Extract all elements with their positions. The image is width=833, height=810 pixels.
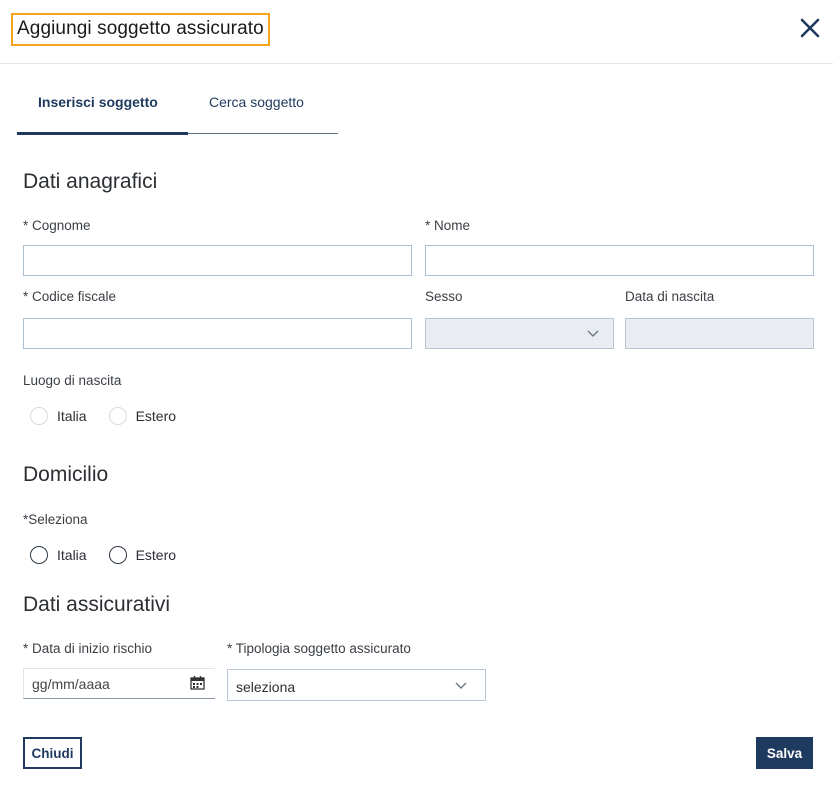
tipologia-value: seleziona (236, 679, 296, 695)
codice-fiscale-input[interactable] (23, 318, 412, 349)
tab-inserisci-soggetto[interactable]: Inserisci soggetto (38, 94, 158, 110)
active-tab-indicator (17, 132, 188, 135)
domicilio-estero-radio[interactable] (108, 546, 127, 564)
chiudi-button[interactable]: Chiudi (23, 737, 82, 769)
luogo-nascita-radio-group: Italia Estero (30, 407, 198, 425)
close-icon (800, 18, 820, 38)
luogo-estero-label: Estero (135, 408, 177, 424)
domicilio-italia-radio[interactable] (30, 546, 48, 564)
domicilio-estero-label: Estero (135, 547, 177, 563)
luogo-nascita-label: Luogo di nascita (23, 373, 122, 388)
data-nascita-input (625, 318, 814, 349)
nome-label: * Nome (425, 218, 471, 233)
tab-cerca-soggetto[interactable]: Cerca soggetto (209, 94, 304, 110)
section-dati-anagrafici: Dati anagrafici (23, 170, 158, 193)
domicilio-seleziona-label: *Seleziona (23, 512, 88, 527)
luogo-italia-label: Italia (57, 408, 87, 424)
tab-bar: Inserisci soggetto Cerca soggetto (17, 84, 338, 135)
chevron-down-icon (455, 682, 467, 689)
cognome-label: * Cognome (23, 218, 91, 233)
section-domicilio: Domicilio (23, 463, 109, 486)
luogo-estero-radio[interactable] (108, 407, 127, 425)
section-dati-assicurativi: Dati assicurativi (23, 593, 171, 616)
nome-input[interactable] (425, 245, 814, 276)
domicilio-radio-group: Italia Estero (30, 546, 198, 564)
tipologia-select[interactable]: seleziona (227, 669, 486, 701)
domicilio-italia-label: Italia (57, 547, 87, 563)
date-placeholder: gg/mm/aaaa (32, 676, 110, 692)
salva-button[interactable]: Salva (756, 737, 813, 769)
data-nascita-label: Data di nascita (625, 289, 715, 304)
chevron-down-icon (587, 330, 599, 337)
data-inizio-rischio-label: * Data di inizio rischio (23, 641, 153, 656)
close-button[interactable] (790, 8, 830, 48)
dialog-title-box: Aggiungi soggetto assicurato (11, 13, 270, 46)
sesso-label: Sesso (425, 289, 463, 304)
data-inizio-rischio-input[interactable]: gg/mm/aaaa (23, 668, 215, 699)
cognome-input[interactable] (23, 245, 412, 276)
luogo-italia-radio[interactable] (30, 407, 48, 425)
codice-fiscale-label: * Codice fiscale (23, 289, 117, 304)
calendar-icon[interactable] (190, 675, 205, 690)
tipologia-label: * Tipologia soggetto assicurato (227, 641, 411, 656)
dialog-title: Aggiungi soggetto assicurato (17, 18, 264, 39)
header-divider (0, 63, 833, 64)
sesso-select[interactable] (425, 318, 614, 349)
